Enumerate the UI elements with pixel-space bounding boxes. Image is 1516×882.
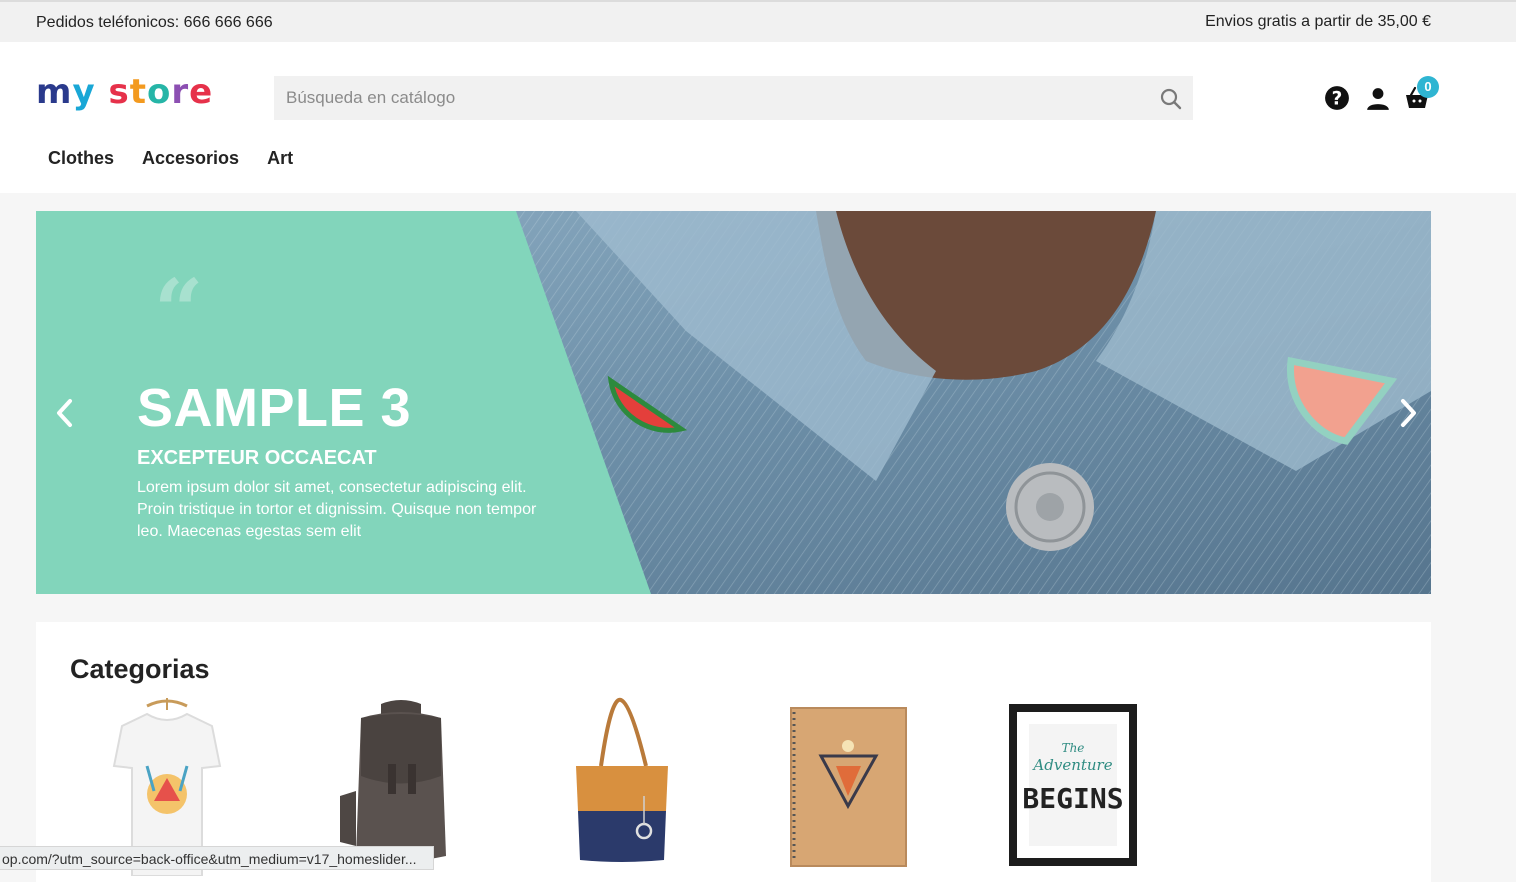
browser-status-bar: op.com/?utm_source=back-office&utm_mediu… (0, 846, 434, 870)
slider-prev-arrow-icon[interactable] (52, 397, 78, 429)
search-input[interactable] (274, 76, 1144, 120)
poster-text-adventure: Adventure (1031, 756, 1112, 774)
slide-subtitle: EXCEPTEUR OCCAECAT (137, 447, 377, 469)
categories-heading: Categorias (70, 654, 210, 684)
main-nav: Clothes Accesorios Art (34, 146, 307, 170)
quote-mark: “ (154, 261, 204, 362)
store-logo[interactable]: my store (36, 72, 213, 112)
free-shipping-text: Envios gratis a partir de 35,00 € (1205, 13, 1431, 30)
home-slider[interactable]: “ SAMPLE 3 EXCEPTEUR OCCAECAT Lorem ipsu… (36, 211, 1431, 594)
cart-count-badge[interactable]: 0 (1417, 76, 1439, 98)
phone-orders-text: Pedidos teléfonicos: 666 666 666 (36, 14, 273, 31)
top-bar: Pedidos teléfonicos: 666 666 666 Envios … (0, 0, 1516, 42)
poster-text-begins: BEGINS (1022, 782, 1123, 815)
category-tote-bag-image[interactable] (556, 696, 706, 876)
svg-text:?: ? (1332, 89, 1343, 110)
slide-description: Lorem ipsum dolor sit amet, consectetur … (137, 479, 537, 540)
help-icon[interactable]: ? (1324, 85, 1350, 111)
user-icon[interactable] (1365, 86, 1391, 112)
nav-item-clothes[interactable]: Clothes (34, 146, 128, 170)
categories-section: Categorias The Adventure BEGINS (36, 622, 1431, 882)
slider-next-arrow-icon[interactable] (1395, 397, 1421, 429)
search-icon[interactable] (1159, 87, 1183, 111)
search-box (274, 76, 1193, 120)
poster-text-the: The (1062, 741, 1085, 755)
nav-item-accesorios[interactable]: Accesorios (128, 146, 253, 170)
slide-title: SAMPLE 3 (137, 378, 412, 438)
nav-item-art[interactable]: Art (253, 146, 307, 170)
category-framed-poster-image[interactable]: The Adventure BEGINS (1001, 696, 1151, 876)
site-header: my store ? 0 Clothes Accesorios Art (0, 42, 1516, 193)
category-notebook-image[interactable] (776, 696, 926, 876)
